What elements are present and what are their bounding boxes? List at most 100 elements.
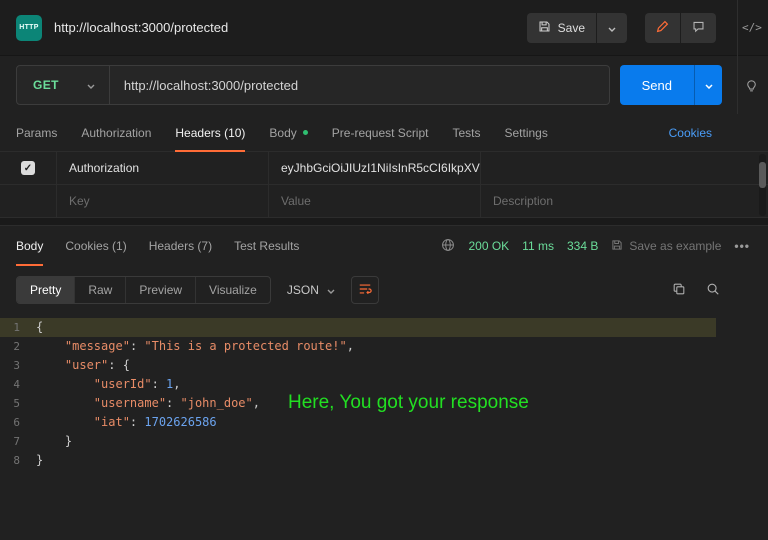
- save-dropdown-button[interactable]: [596, 13, 627, 43]
- save-as-example-button[interactable]: Save as example: [611, 239, 721, 254]
- send-button[interactable]: Send: [620, 65, 694, 105]
- copy-button[interactable]: [672, 282, 686, 299]
- chevron-down-icon: [327, 283, 335, 297]
- send-button-group: Send: [620, 65, 722, 105]
- tab-tests[interactable]: Tests: [452, 114, 480, 151]
- tab-params[interactable]: Params: [16, 114, 57, 151]
- code-line-content: {: [36, 318, 43, 337]
- code-line[interactable]: 6 "iat": 1702626586: [0, 413, 716, 432]
- line-number: 3: [0, 356, 36, 375]
- code-icon: </>: [742, 21, 762, 34]
- line-number: 2: [0, 337, 36, 356]
- code-line[interactable]: 7 }: [0, 432, 716, 451]
- format-selector[interactable]: JSON: [287, 283, 335, 297]
- chevron-down-icon: [608, 21, 616, 35]
- pencil-icon: [656, 20, 669, 36]
- lightbulb-icon: [744, 82, 759, 96]
- chevron-down-icon: [87, 78, 95, 92]
- section-divider: [0, 218, 768, 226]
- tab-authorization[interactable]: Authorization: [81, 114, 151, 151]
- tab-label: Params: [16, 126, 57, 140]
- lightbulb-button[interactable]: [744, 78, 759, 96]
- tab-label: Headers (7): [149, 239, 212, 253]
- code-line-content: }: [36, 432, 72, 451]
- code-line-content: "user": {: [36, 356, 130, 375]
- response-status[interactable]: 200 OK: [468, 239, 509, 253]
- search-button[interactable]: [706, 282, 720, 299]
- response-body-actions: [672, 282, 720, 299]
- line-number: 7: [0, 432, 36, 451]
- code-line-content: "userId": 1,: [36, 375, 181, 394]
- table-scrollbar-thumb[interactable]: [759, 162, 766, 188]
- tab-settings[interactable]: Settings: [505, 114, 548, 151]
- url-input[interactable]: [110, 66, 609, 104]
- tab-label: Body: [16, 239, 43, 253]
- body-modified-dot: [303, 130, 308, 135]
- tab-label: Tests: [452, 126, 480, 140]
- tab-body[interactable]: Body: [269, 114, 307, 151]
- header-row-new[interactable]: Key Value Description: [0, 185, 768, 218]
- request-title: http://localhost:3000/protected: [54, 20, 228, 35]
- method-selector[interactable]: GET: [17, 66, 109, 104]
- tab-pre-request-script[interactable]: Pre-request Script: [332, 114, 429, 151]
- response-tab-cookies[interactable]: Cookies (1): [65, 226, 126, 266]
- view-pretty[interactable]: Pretty: [17, 277, 74, 303]
- response-size[interactable]: 334 B: [567, 239, 598, 253]
- right-rail-divider: [737, 0, 738, 114]
- response-tab-test-results[interactable]: Test Results: [234, 226, 299, 266]
- header-key-placeholder[interactable]: Key: [56, 185, 268, 217]
- code-line[interactable]: 8}: [0, 451, 716, 470]
- view-visualize[interactable]: Visualize: [195, 277, 270, 303]
- header-value-placeholder[interactable]: Value: [268, 185, 480, 217]
- code-line[interactable]: 2 "message": "This is a protected route!…: [0, 337, 716, 356]
- line-number: 1: [0, 318, 36, 337]
- line-number: 4: [0, 375, 36, 394]
- wrap-text-icon: [358, 282, 372, 299]
- save-button-group: Save: [527, 13, 627, 43]
- line-number: 8: [0, 451, 36, 470]
- header-value-cell[interactable]: eyJhbGciOiJIUzI1NiIsInR5cCI6IkpXVC...: [268, 152, 480, 184]
- search-icon: [706, 285, 720, 299]
- edit-button[interactable]: [645, 13, 680, 43]
- wrap-text-button[interactable]: [351, 276, 379, 304]
- header-key-cell[interactable]: Authorization: [56, 152, 268, 184]
- view-preview[interactable]: Preview: [125, 277, 195, 303]
- view-mode-group: Pretty Raw Preview Visualize: [16, 276, 271, 304]
- response-meta: 200 OK 11 ms 334 B Save as example •••: [441, 238, 750, 255]
- code-snippet-button[interactable]: </>: [742, 21, 762, 34]
- request-tabs: Params Authorization Headers (10) Body P…: [0, 114, 768, 152]
- cookies-link[interactable]: Cookies: [669, 126, 712, 140]
- save-button[interactable]: Save: [527, 13, 596, 43]
- header-description-placeholder[interactable]: Description: [480, 185, 768, 217]
- edit-comment-group: [645, 13, 716, 43]
- copy-icon: [672, 285, 686, 299]
- header-row-checkbox[interactable]: ✓: [21, 161, 35, 175]
- header-description-cell[interactable]: [480, 152, 768, 184]
- tab-label: Pre-request Script: [332, 126, 429, 140]
- view-raw[interactable]: Raw: [74, 277, 125, 303]
- format-label: JSON: [287, 283, 319, 297]
- response-header: Body Cookies (1) Headers (7) Test Result…: [0, 226, 768, 266]
- send-dropdown-button[interactable]: [694, 65, 722, 105]
- response-more-button[interactable]: •••: [734, 239, 750, 253]
- header-checkbox-cell: ✓: [0, 152, 56, 184]
- code-line-content: "username": "john_doe",: [36, 394, 260, 413]
- line-number: 5: [0, 394, 36, 413]
- app-window: HTTP http://localhost:3000/protected Sav…: [0, 0, 768, 540]
- response-tab-body[interactable]: Body: [16, 226, 43, 266]
- chevron-down-icon: [705, 78, 713, 92]
- response-time[interactable]: 11 ms: [522, 239, 554, 253]
- table-scrollbar[interactable]: [759, 154, 766, 216]
- comment-button[interactable]: [680, 13, 716, 43]
- header-row-authorization[interactable]: ✓ Authorization eyJhbGciOiJIUzI1NiIsInR5…: [0, 152, 768, 185]
- url-box: GET: [16, 65, 610, 105]
- code-line-content: "iat": 1702626586: [36, 413, 217, 432]
- globe-icon[interactable]: [441, 238, 455, 255]
- tab-headers[interactable]: Headers (10): [175, 114, 245, 151]
- code-line[interactable]: 3 "user": {: [0, 356, 716, 375]
- code-line[interactable]: 1{: [0, 318, 716, 337]
- header-checkbox-cell: [0, 185, 56, 217]
- tab-label: Authorization: [81, 126, 151, 140]
- response-tab-headers[interactable]: Headers (7): [149, 226, 212, 266]
- response-body-viewer: 1{2 "message": "This is a protected rout…: [0, 314, 768, 470]
